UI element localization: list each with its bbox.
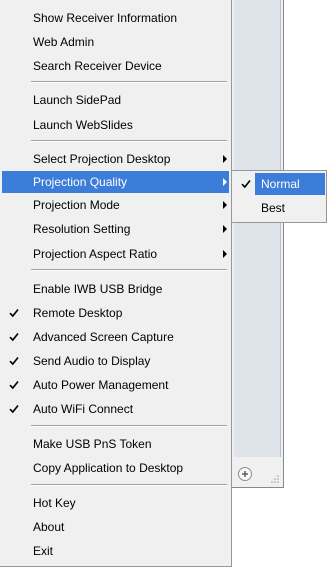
menu-item-web-admin[interactable]: Web Admin	[2, 31, 229, 53]
menu-item-label: Launch SidePad	[33, 93, 122, 107]
menu-item-resolution-setting[interactable]: Resolution Setting	[2, 218, 229, 240]
menu-item-auto-power-management[interactable]: Auto Power Management	[2, 374, 229, 396]
menu-item-projection-mode[interactable]: Projection Mode	[2, 194, 229, 216]
menu-item-launch-webslides[interactable]: Launch WebSlides	[2, 114, 229, 136]
menu-separator	[31, 269, 227, 271]
menu-item-search-receiver-device[interactable]: Search Receiver Device	[2, 55, 229, 77]
submenu-arrow-icon	[223, 201, 227, 209]
menu-item-label: Send Audio to Display	[33, 354, 151, 368]
submenu-item-label: Best	[261, 201, 286, 215]
resize-grip-icon[interactable]	[271, 475, 279, 483]
menu-item-enable-iwb-usb-bridge[interactable]: Enable IWB USB Bridge	[2, 278, 229, 300]
menu-item-copy-application-to-desktop[interactable]: Copy Application to Desktop	[2, 457, 229, 479]
menu-item-label: Exit	[33, 544, 54, 558]
checkmark-icon	[9, 357, 19, 366]
submenu-arrow-icon	[223, 250, 227, 258]
checkmark-icon	[9, 405, 19, 414]
menu-item-label: Web Admin	[33, 35, 95, 49]
menu-item-label: Projection Mode	[33, 198, 120, 212]
menu-item-label: Auto WiFi Connect	[33, 402, 134, 416]
submenu-item-best[interactable]: Best	[233, 197, 325, 219]
menu-item-label: Enable IWB USB Bridge	[33, 282, 163, 296]
menu-separator	[31, 81, 227, 83]
background-window-pane	[234, 0, 281, 457]
submenu-item-label: Normal	[261, 177, 300, 191]
menu-item-projection-aspect-ratio[interactable]: Projection Aspect Ratio	[2, 243, 229, 265]
menu-item-label: Make USB PnS Token	[33, 437, 152, 451]
menu-item-advanced-screen-capture[interactable]: Advanced Screen Capture	[2, 326, 229, 348]
menu-item-label: Advanced Screen Capture	[33, 330, 174, 344]
menu-item-label: Resolution Setting	[33, 222, 131, 236]
background-window	[231, 0, 284, 488]
checkmark-icon	[9, 309, 19, 318]
menu-separator	[31, 425, 227, 427]
menu-item-label: Show Receiver Information	[33, 11, 178, 25]
menu-item-auto-wifi-connect[interactable]: Auto WiFi Connect	[2, 398, 229, 420]
context-menu: Show Receiver Information Web Admin Sear…	[0, 0, 232, 567]
menu-item-label: Projection Quality	[33, 175, 128, 189]
checkmark-icon	[241, 180, 251, 189]
submenu-arrow-icon	[223, 155, 227, 163]
menu-item-exit[interactable]: Exit	[2, 540, 229, 562]
menu-item-label: Hot Key	[33, 496, 76, 510]
submenu-item-normal[interactable]: Normal	[233, 173, 325, 195]
menu-item-launch-sidepad[interactable]: Launch SidePad	[2, 89, 229, 111]
menu-item-label: About	[33, 520, 65, 534]
checkmark-icon	[9, 333, 19, 342]
menu-item-label: Copy Application to Desktop	[33, 461, 184, 475]
checkmark-icon	[9, 381, 19, 390]
menu-item-label: Auto Power Management	[33, 378, 169, 392]
menu-item-make-usb-pns-token[interactable]: Make USB PnS Token	[2, 433, 229, 455]
menu-item-label: Projection Aspect Ratio	[33, 247, 158, 261]
menu-separator	[31, 484, 227, 486]
menu-item-label: Search Receiver Device	[33, 59, 162, 73]
menu-item-hot-key[interactable]: Hot Key	[2, 492, 229, 514]
submenu-arrow-icon	[223, 225, 227, 233]
menu-item-label: Select Projection Desktop	[33, 152, 171, 166]
menu-item-send-audio-to-display[interactable]: Send Audio to Display	[2, 350, 229, 372]
projection-quality-submenu: Normal Best	[231, 170, 327, 223]
menu-item-projection-quality[interactable]: Projection Quality	[2, 171, 229, 193]
menu-separator	[31, 140, 227, 142]
menu-item-label: Launch WebSlides	[33, 118, 133, 132]
menu-item-label: Remote Desktop	[33, 306, 123, 320]
menu-item-about[interactable]: About	[2, 516, 229, 538]
submenu-arrow-icon	[223, 178, 227, 186]
add-circle-icon[interactable]	[238, 467, 252, 481]
menu-item-select-projection-desktop[interactable]: Select Projection Desktop	[2, 148, 229, 170]
menu-item-show-receiver-information[interactable]: Show Receiver Information	[2, 7, 229, 29]
menu-item-remote-desktop[interactable]: Remote Desktop	[2, 302, 229, 324]
